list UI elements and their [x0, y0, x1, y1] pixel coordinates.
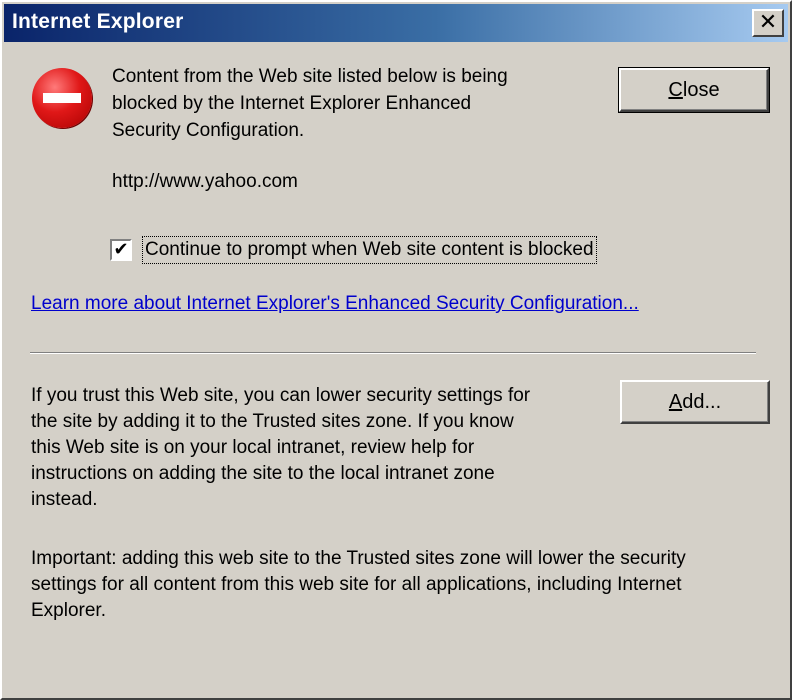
close-icon: ✕ — [758, 10, 778, 35]
separator — [30, 352, 756, 354]
trust-info-line: instructions on adding the site to the l… — [31, 463, 495, 484]
trust-info-line: this Web site is on your local intranet,… — [31, 437, 475, 458]
trust-info-line: instead. — [31, 489, 98, 510]
stop-icon — [32, 68, 92, 128]
blocked-url: http://www.yahoo.com — [112, 171, 298, 192]
dialog-window: Internet Explorer ✕ Content from the Web… — [0, 0, 792, 700]
close-button[interactable]: Close — [618, 67, 770, 113]
trust-info-line: If you trust this Web site, you can lowe… — [31, 385, 531, 406]
important-note-line: settings for all content from this web s… — [31, 574, 682, 595]
blocked-message-line: blocked by the Internet Explorer Enhance… — [112, 93, 472, 114]
close-button-label: lose — [682, 78, 720, 101]
important-note-line: Explorer. — [31, 600, 106, 621]
checkmark-icon: ✔ — [113, 239, 129, 260]
important-note-line: Important: adding this web site to the T… — [31, 548, 686, 569]
learn-more-link[interactable]: Learn more about Internet Explorer's Enh… — [31, 292, 639, 316]
close-button-accel: C — [668, 78, 683, 101]
blocked-message-line: Security Configuration. — [112, 120, 305, 141]
continue-prompt-checkbox[interactable]: ✔ — [110, 239, 132, 261]
trust-info-line: the site by adding it to the Trusted sit… — [31, 411, 514, 432]
add-button-label: dd... — [682, 390, 722, 413]
continue-prompt-label[interactable]: Continue to prompt when Web site content… — [142, 236, 597, 264]
important-note: Important: adding this web site to the T… — [31, 546, 771, 624]
trust-info-text: If you trust this Web site, you can lowe… — [31, 383, 601, 513]
add-button-accel: A — [668, 390, 683, 413]
title-bar[interactable]: Internet Explorer ✕ — [4, 4, 788, 42]
add-button[interactable]: Add... — [620, 380, 770, 424]
blocked-message: Content from the Web site listed below i… — [112, 63, 602, 144]
title-close-button[interactable]: ✕ — [752, 9, 784, 37]
stop-icon-bar — [43, 93, 81, 103]
continue-prompt-checkbox-row[interactable]: ✔ Continue to prompt when Web site conte… — [110, 236, 597, 264]
blocked-message-line: Content from the Web site listed below i… — [112, 66, 508, 87]
window-title: Internet Explorer — [12, 10, 184, 33]
